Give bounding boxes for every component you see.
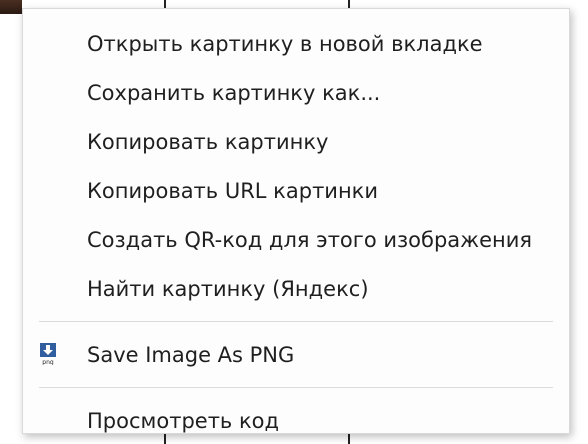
menu-item-label: Создать QR-код для этого изображения bbox=[87, 227, 532, 252]
menu-item-label: Копировать картинку bbox=[87, 129, 329, 154]
menu-item-copy-image-url[interactable]: Копировать URL картинки bbox=[23, 166, 569, 215]
menu-item-label: Открыть картинку в новой вкладке bbox=[87, 31, 483, 56]
menu-item-open-image-new-tab[interactable]: Открыть картинку в новой вкладке bbox=[23, 19, 569, 68]
menu-item-label: Сохранить картинку как... bbox=[87, 80, 381, 105]
screen: Открыть картинку в новой вкладке Сохрани… bbox=[0, 0, 588, 444]
background-divider bbox=[348, 0, 350, 8]
menu-item-search-image-yandex[interactable]: Найти картинку (Яндекс) bbox=[23, 264, 569, 313]
menu-item-label: Копировать URL картинки bbox=[87, 178, 379, 203]
background-divider bbox=[164, 0, 166, 8]
menu-item-label: Найти картинку (Яндекс) bbox=[87, 276, 369, 301]
menu-item-save-image-as[interactable]: Сохранить картинку как... bbox=[23, 68, 569, 117]
image-context-menu: Открыть картинку в новой вкладке Сохрани… bbox=[22, 8, 570, 434]
menu-separator bbox=[39, 387, 553, 388]
background-image-fragment bbox=[0, 0, 22, 14]
png-download-icon: png bbox=[40, 343, 56, 365]
menu-item-copy-image[interactable]: Копировать картинку bbox=[23, 117, 569, 166]
menu-item-label: Просмотреть код bbox=[87, 408, 280, 433]
menu-separator bbox=[39, 321, 553, 322]
png-icon-caption: png bbox=[42, 359, 54, 365]
menu-item-save-image-as-png[interactable]: png Save Image As PNG bbox=[23, 330, 569, 379]
menu-item-create-qr-code[interactable]: Создать QR-код для этого изображения bbox=[23, 215, 569, 264]
menu-item-label: Save Image As PNG bbox=[87, 342, 295, 367]
menu-item-inspect[interactable]: Просмотреть код bbox=[23, 396, 569, 444]
